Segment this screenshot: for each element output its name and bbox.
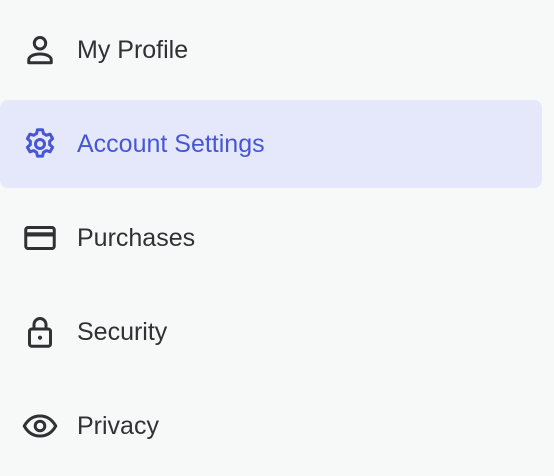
sidebar-item-label: Privacy bbox=[77, 412, 159, 440]
gear-icon bbox=[20, 124, 60, 164]
sidebar-item-label: Security bbox=[77, 318, 168, 346]
sidebar-item-security[interactable]: Security bbox=[0, 288, 542, 376]
sidebar-item-label: Purchases bbox=[77, 224, 196, 252]
user-icon bbox=[20, 30, 60, 70]
sidebar-item-label: My Profile bbox=[77, 36, 189, 64]
eye-icon bbox=[20, 406, 60, 446]
sidebar-item-label: Account Settings bbox=[77, 130, 265, 158]
sidebar-item-privacy[interactable]: Privacy bbox=[0, 382, 542, 470]
settings-sidebar-nav: My Profile Account Settings Purchases Se… bbox=[0, 0, 554, 476]
sidebar-item-my-profile[interactable]: My Profile bbox=[0, 6, 542, 94]
credit-card-icon bbox=[20, 218, 60, 258]
sidebar-item-account-settings[interactable]: Account Settings bbox=[0, 100, 542, 188]
sidebar-item-purchases[interactable]: Purchases bbox=[0, 194, 542, 282]
lock-icon bbox=[20, 312, 60, 352]
